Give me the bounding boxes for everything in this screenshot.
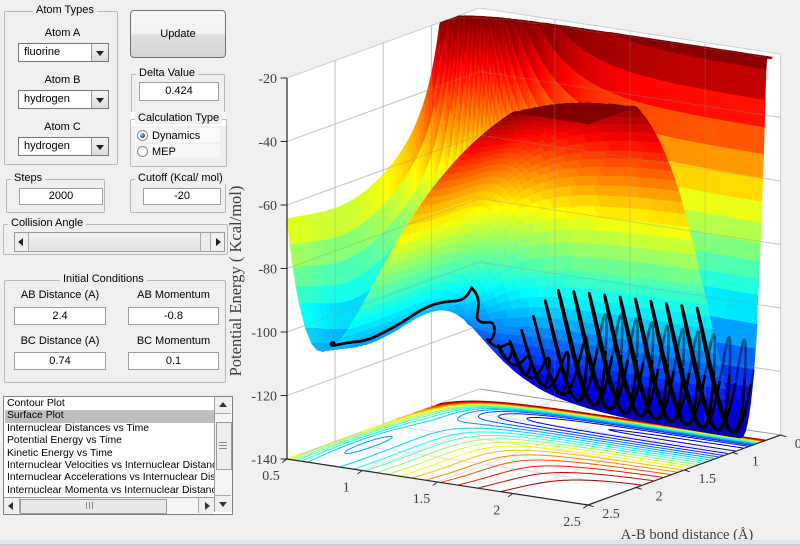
svg-text:2.5: 2.5 bbox=[563, 515, 581, 530]
svg-text:0.5: 0.5 bbox=[262, 469, 280, 484]
svg-text:-100: -100 bbox=[251, 326, 277, 341]
svg-text:-140: -140 bbox=[251, 453, 277, 468]
svg-text:1.5: 1.5 bbox=[413, 492, 431, 507]
svg-text:Potential Energy ( Kcal/mol): Potential Energy ( Kcal/mol) bbox=[226, 186, 245, 377]
svg-text:1.5: 1.5 bbox=[698, 472, 716, 487]
svg-text:-120: -120 bbox=[251, 390, 277, 405]
svg-text:2.5: 2.5 bbox=[602, 507, 620, 522]
svg-text:-80: -80 bbox=[258, 263, 277, 278]
svg-text:2: 2 bbox=[656, 490, 663, 505]
svg-text:-20: -20 bbox=[258, 72, 277, 87]
svg-text:-40: -40 bbox=[258, 136, 277, 151]
svg-text:0.5: 0.5 bbox=[795, 437, 800, 452]
svg-text:2: 2 bbox=[493, 504, 500, 519]
svg-text:1: 1 bbox=[343, 481, 350, 496]
svg-text:1: 1 bbox=[752, 455, 759, 470]
svg-text:-60: -60 bbox=[258, 199, 277, 214]
